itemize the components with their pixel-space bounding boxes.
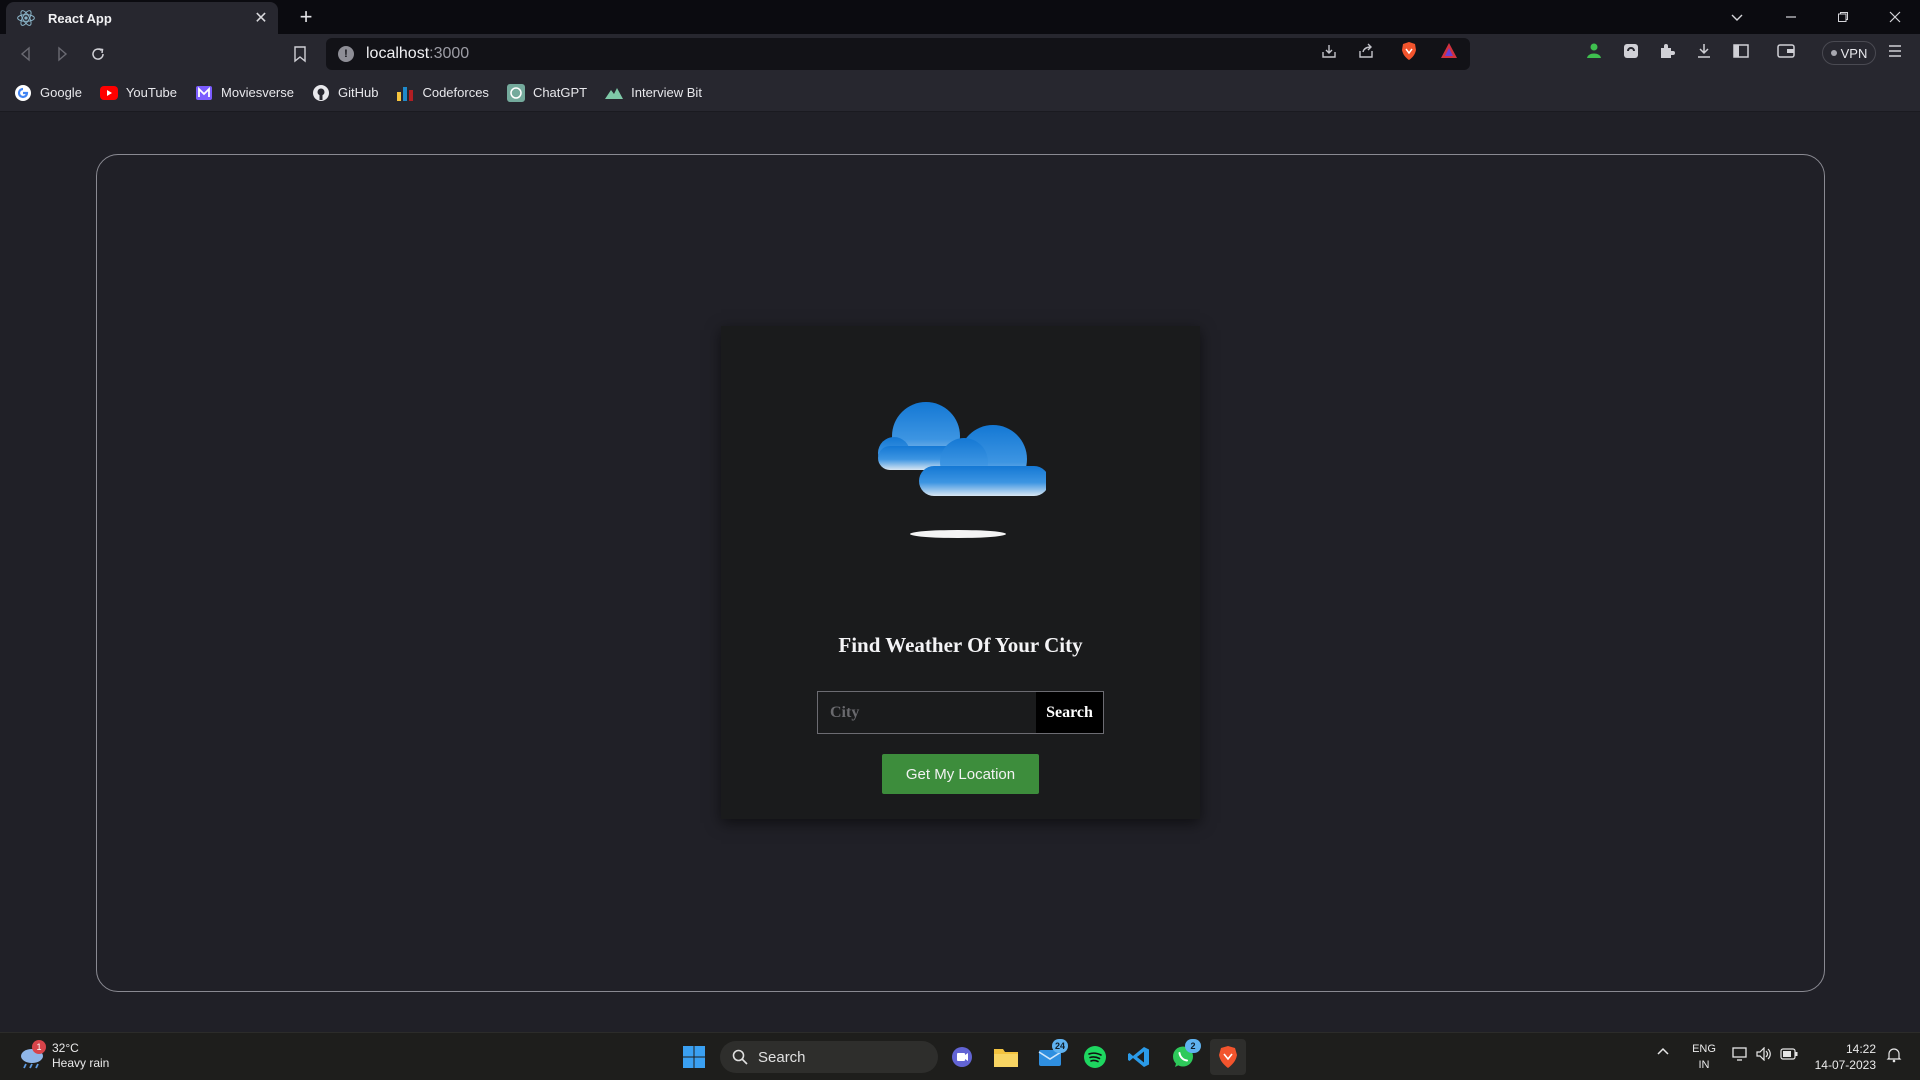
brave-browser-icon[interactable]	[1210, 1039, 1246, 1075]
search-form: Search	[817, 691, 1104, 734]
url-text: localhost:3000	[366, 45, 470, 62]
city-input[interactable]	[818, 692, 1036, 733]
minimize-button[interactable]	[1766, 0, 1816, 34]
extension-green-icon[interactable]	[1583, 40, 1605, 62]
youtube-icon	[99, 84, 118, 102]
tab-title: React App	[48, 10, 112, 26]
bookmark-google[interactable]: Google	[14, 84, 82, 102]
search-button[interactable]: Search	[1036, 692, 1103, 733]
menu-icon[interactable]	[1884, 40, 1906, 62]
close-tab-icon[interactable]: ✕	[252, 9, 270, 27]
bookmark-icon[interactable]	[288, 42, 312, 66]
tab-react-app[interactable]: React App ✕	[6, 2, 278, 34]
mail-count-badge: 24	[1051, 1039, 1068, 1053]
weather-temp: 32°C	[52, 1041, 79, 1055]
reload-button[interactable]	[86, 42, 110, 66]
start-button[interactable]	[678, 1041, 710, 1073]
interviewbit-icon	[605, 84, 624, 102]
input-language-indicator[interactable]: ENG IN	[1690, 1041, 1718, 1073]
weather-condition: Heavy rain	[52, 1056, 110, 1070]
bookmark-moviesverse[interactable]: Moviesverse	[195, 84, 294, 102]
brave-rewards-icon[interactable]	[1438, 40, 1460, 62]
react-icon	[17, 10, 35, 26]
bookmark-chatgpt[interactable]: ChatGPT	[506, 83, 587, 102]
forward-button[interactable]	[50, 42, 74, 66]
sidebar-toggle-icon[interactable]	[1730, 40, 1752, 62]
rain-cloud-icon: 1	[18, 1040, 46, 1070]
moviesverse-icon	[195, 84, 213, 102]
bookmarks-bar: Google YouTube Moviesverse GitHub Codefo…	[0, 74, 1920, 112]
share-icon[interactable]	[1355, 40, 1377, 62]
google-icon	[14, 84, 32, 102]
site-info-icon[interactable]: !	[338, 46, 354, 62]
file-explorer-icon[interactable]	[990, 1041, 1022, 1073]
volume-icon[interactable]	[1756, 1046, 1772, 1064]
bookmark-github[interactable]: GitHub	[312, 84, 378, 102]
show-hidden-icons-chevron-icon[interactable]	[1656, 1045, 1670, 1062]
whatsapp-count-badge: 2	[1185, 1039, 1201, 1053]
browser-tab-strip: React App ✕ +	[0, 0, 1920, 34]
codeforces-icon	[396, 84, 414, 102]
restore-button[interactable]	[1818, 0, 1868, 34]
github-icon	[312, 84, 330, 102]
tab-search-chevron-icon[interactable]	[1712, 0, 1762, 34]
taskbar-search-box[interactable]: Search	[720, 1041, 938, 1073]
vpn-label: VPN	[1840, 45, 1868, 61]
system-clock[interactable]: 14:22 14-07-2023	[1812, 1041, 1876, 1073]
bookmark-youtube[interactable]: YouTube	[99, 84, 177, 102]
new-tab-button[interactable]: +	[294, 4, 318, 29]
wallet-icon[interactable]	[1775, 40, 1797, 62]
browser-toolbar: ! localhost:3000 VPN	[0, 34, 1920, 74]
weather-alert-badge: 1	[32, 1040, 46, 1054]
teams-chat-icon[interactable]	[946, 1041, 978, 1073]
search-icon	[732, 1049, 748, 1065]
battery-icon[interactable]	[1780, 1048, 1798, 1063]
cloud-icon	[878, 402, 1046, 538]
downloads-icon[interactable]	[1693, 40, 1715, 62]
vscode-icon[interactable]	[1123, 1041, 1155, 1073]
spotify-icon[interactable]	[1079, 1041, 1111, 1073]
install-app-icon[interactable]	[1318, 40, 1340, 62]
chatgpt-icon	[506, 83, 525, 102]
bookmark-codeforces[interactable]: Codeforces	[396, 84, 489, 102]
notification-center-icon[interactable]	[1886, 1047, 1902, 1066]
brave-shields-icon[interactable]	[1398, 40, 1420, 62]
page-title: Find Weather Of Your City	[838, 633, 1083, 657]
address-bar[interactable]: ! localhost:3000	[326, 38, 1470, 70]
windows-taskbar: 1 32°C Heavy rain Search 24 2 ENG IN 14:…	[0, 1032, 1920, 1080]
page-viewport: Find Weather Of Your City Search Get My …	[0, 112, 1920, 1032]
get-my-location-button[interactable]: Get My Location	[882, 754, 1039, 794]
weather-widget[interactable]: 1 32°C Heavy rain	[18, 1040, 110, 1071]
weather-card: Find Weather Of Your City Search Get My …	[721, 326, 1200, 819]
mail-icon[interactable]: 24	[1034, 1039, 1068, 1073]
bookmark-interview-bit[interactable]: Interview Bit	[605, 84, 702, 102]
vpn-status-icon	[1830, 50, 1837, 56]
close-window-button[interactable]	[1870, 0, 1920, 34]
whatsapp-icon[interactable]: 2	[1167, 1039, 1201, 1073]
vpn-button[interactable]: VPN	[1822, 41, 1876, 65]
back-button[interactable]	[14, 42, 38, 66]
taskbar-search-label: Search	[758, 1048, 806, 1066]
extensions-puzzle-icon[interactable]	[1656, 40, 1678, 62]
extension-sync-icon[interactable]	[1620, 40, 1642, 62]
windows-icon	[683, 1046, 705, 1068]
network-icon[interactable]	[1732, 1047, 1748, 1064]
